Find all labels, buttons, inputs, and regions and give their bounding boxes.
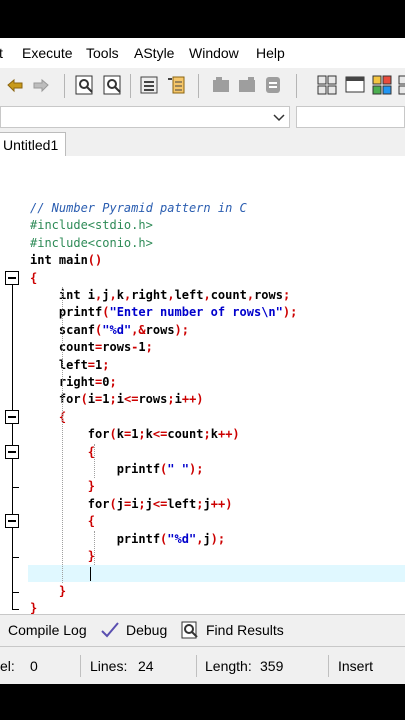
code-line[interactable]: { [30,270,37,287]
indent-guide [94,443,95,479]
status-lines-value: 24 [138,658,154,674]
tab-debug[interactable]: Debug [126,622,167,638]
code-line[interactable]: int main() [30,252,102,269]
bookmark-icon [213,77,229,92]
status-sel-label: el: [0,658,15,674]
class-combo[interactable] [0,106,290,128]
status-separator [328,655,329,677]
code-line[interactable]: printf("Enter number of rows\n"); [30,304,297,321]
run-button[interactable] [344,74,366,96]
bottom-panel-tabs: Compile Log Debug Find Results [0,614,405,645]
indent-guide [94,530,95,566]
find-button[interactable] [74,74,96,96]
code-line[interactable]: #include<stdio.h> [30,217,153,234]
class-browser-bar [0,102,405,130]
redo-button[interactable] [30,74,52,96]
find-results-icon [181,621,198,639]
status-length-value: 359 [260,658,284,674]
fold-end-marker [12,591,19,593]
fold-end-marker [12,487,19,489]
code-line[interactable]: #include<conio.h> [30,235,153,252]
debug-check-icon [101,622,119,638]
menu-item-edit-partial[interactable]: t [0,45,3,61]
status-lines-label: Lines: [90,658,128,674]
dev-cpp-window: t Execute Tools AStyle Window Help Untit… [0,38,405,684]
code-line[interactable]: count=rows-1; [30,339,153,356]
unindent-icon [168,76,185,94]
fold-collapse-icon[interactable] [5,514,19,529]
toolbar-separator [64,74,65,98]
toolbar-separator [198,74,199,98]
indent-icon [140,76,158,94]
toolbar-separator [296,74,297,98]
tab-compile-log[interactable]: Compile Log [8,622,87,638]
code-line[interactable]: { [30,409,66,426]
toggle-bookmark-button[interactable] [210,74,232,96]
goto-line-icon [266,77,280,93]
fold-collapse-icon[interactable] [5,270,19,285]
unindent-button[interactable] [164,74,186,96]
redo-icon [33,78,49,93]
fold-end-marker [12,557,19,558]
status-separator [80,655,81,677]
fold-collapse-icon[interactable] [5,409,19,424]
status-bar: el: 0 Lines: 24 Length: 359 Insert [0,646,405,684]
member-combo[interactable] [296,106,405,128]
code-line[interactable]: int i,j,k,right,left,count,rows; [30,287,290,304]
compile-button[interactable] [316,74,338,96]
indent-button[interactable] [138,74,160,96]
code-line[interactable]: // Number Pyramid pattern in C [30,200,247,217]
chevron-down-icon [273,114,285,122]
rebuild-button[interactable] [397,74,405,96]
code-line[interactable]: left=1; [30,357,110,374]
editor-tabstrip: Untitled1 [0,130,405,157]
goto-bookmark-button[interactable] [236,74,258,96]
toolbar [0,68,405,103]
bookmark-goto-icon [239,77,255,92]
goto-line-button[interactable] [262,74,284,96]
tab-untitled1[interactable]: Untitled1 [0,132,66,156]
undo-button[interactable] [4,74,26,96]
indent-guide [62,287,63,583]
code-editor[interactable]: // Number Pyramid pattern in C #include<s… [0,156,405,615]
menu-bar: t Execute Tools AStyle Window Help [0,38,405,68]
status-length-label: Length: [205,658,252,674]
compile-run-button[interactable] [371,74,393,96]
fold-collapse-icon[interactable] [5,444,19,459]
find-icon [75,75,93,95]
menu-item-execute[interactable]: Execute [22,45,73,61]
code-line[interactable]: right=0; [30,374,117,391]
code-line[interactable]: printf("%d",j); [30,531,225,548]
compile-run-icon [372,75,392,95]
status-insert-mode: Insert [338,658,374,674]
run-window-icon [345,76,365,93]
status-sel-value: 0 [30,658,38,674]
menu-item-help[interactable]: Help [256,45,285,61]
rebuild-icon [398,75,405,95]
code-line[interactable]: scanf("%d",&rows); [30,322,189,339]
text-caret [89,567,91,582]
menu-item-window[interactable]: Window [189,45,239,61]
compile-icon [317,75,337,95]
menu-item-astyle[interactable]: AStyle [134,45,174,61]
replace-button[interactable] [102,74,124,96]
status-separator [196,655,197,677]
code-line[interactable]: for(i=1;i<=rows;i++) [30,391,204,408]
replace-icon [103,75,121,95]
menu-item-tools[interactable]: Tools [86,45,119,61]
fold-end-marker [12,609,19,611]
undo-icon [7,78,23,93]
code-line[interactable]: } [30,583,66,600]
code-line[interactable] [30,565,88,582]
code-line[interactable]: for(j=i;j<=left;j++) [30,496,233,513]
tab-find-results[interactable]: Find Results [206,622,284,638]
code-line[interactable]: printf(" "); [30,461,204,478]
toolbar-separator [130,74,131,98]
